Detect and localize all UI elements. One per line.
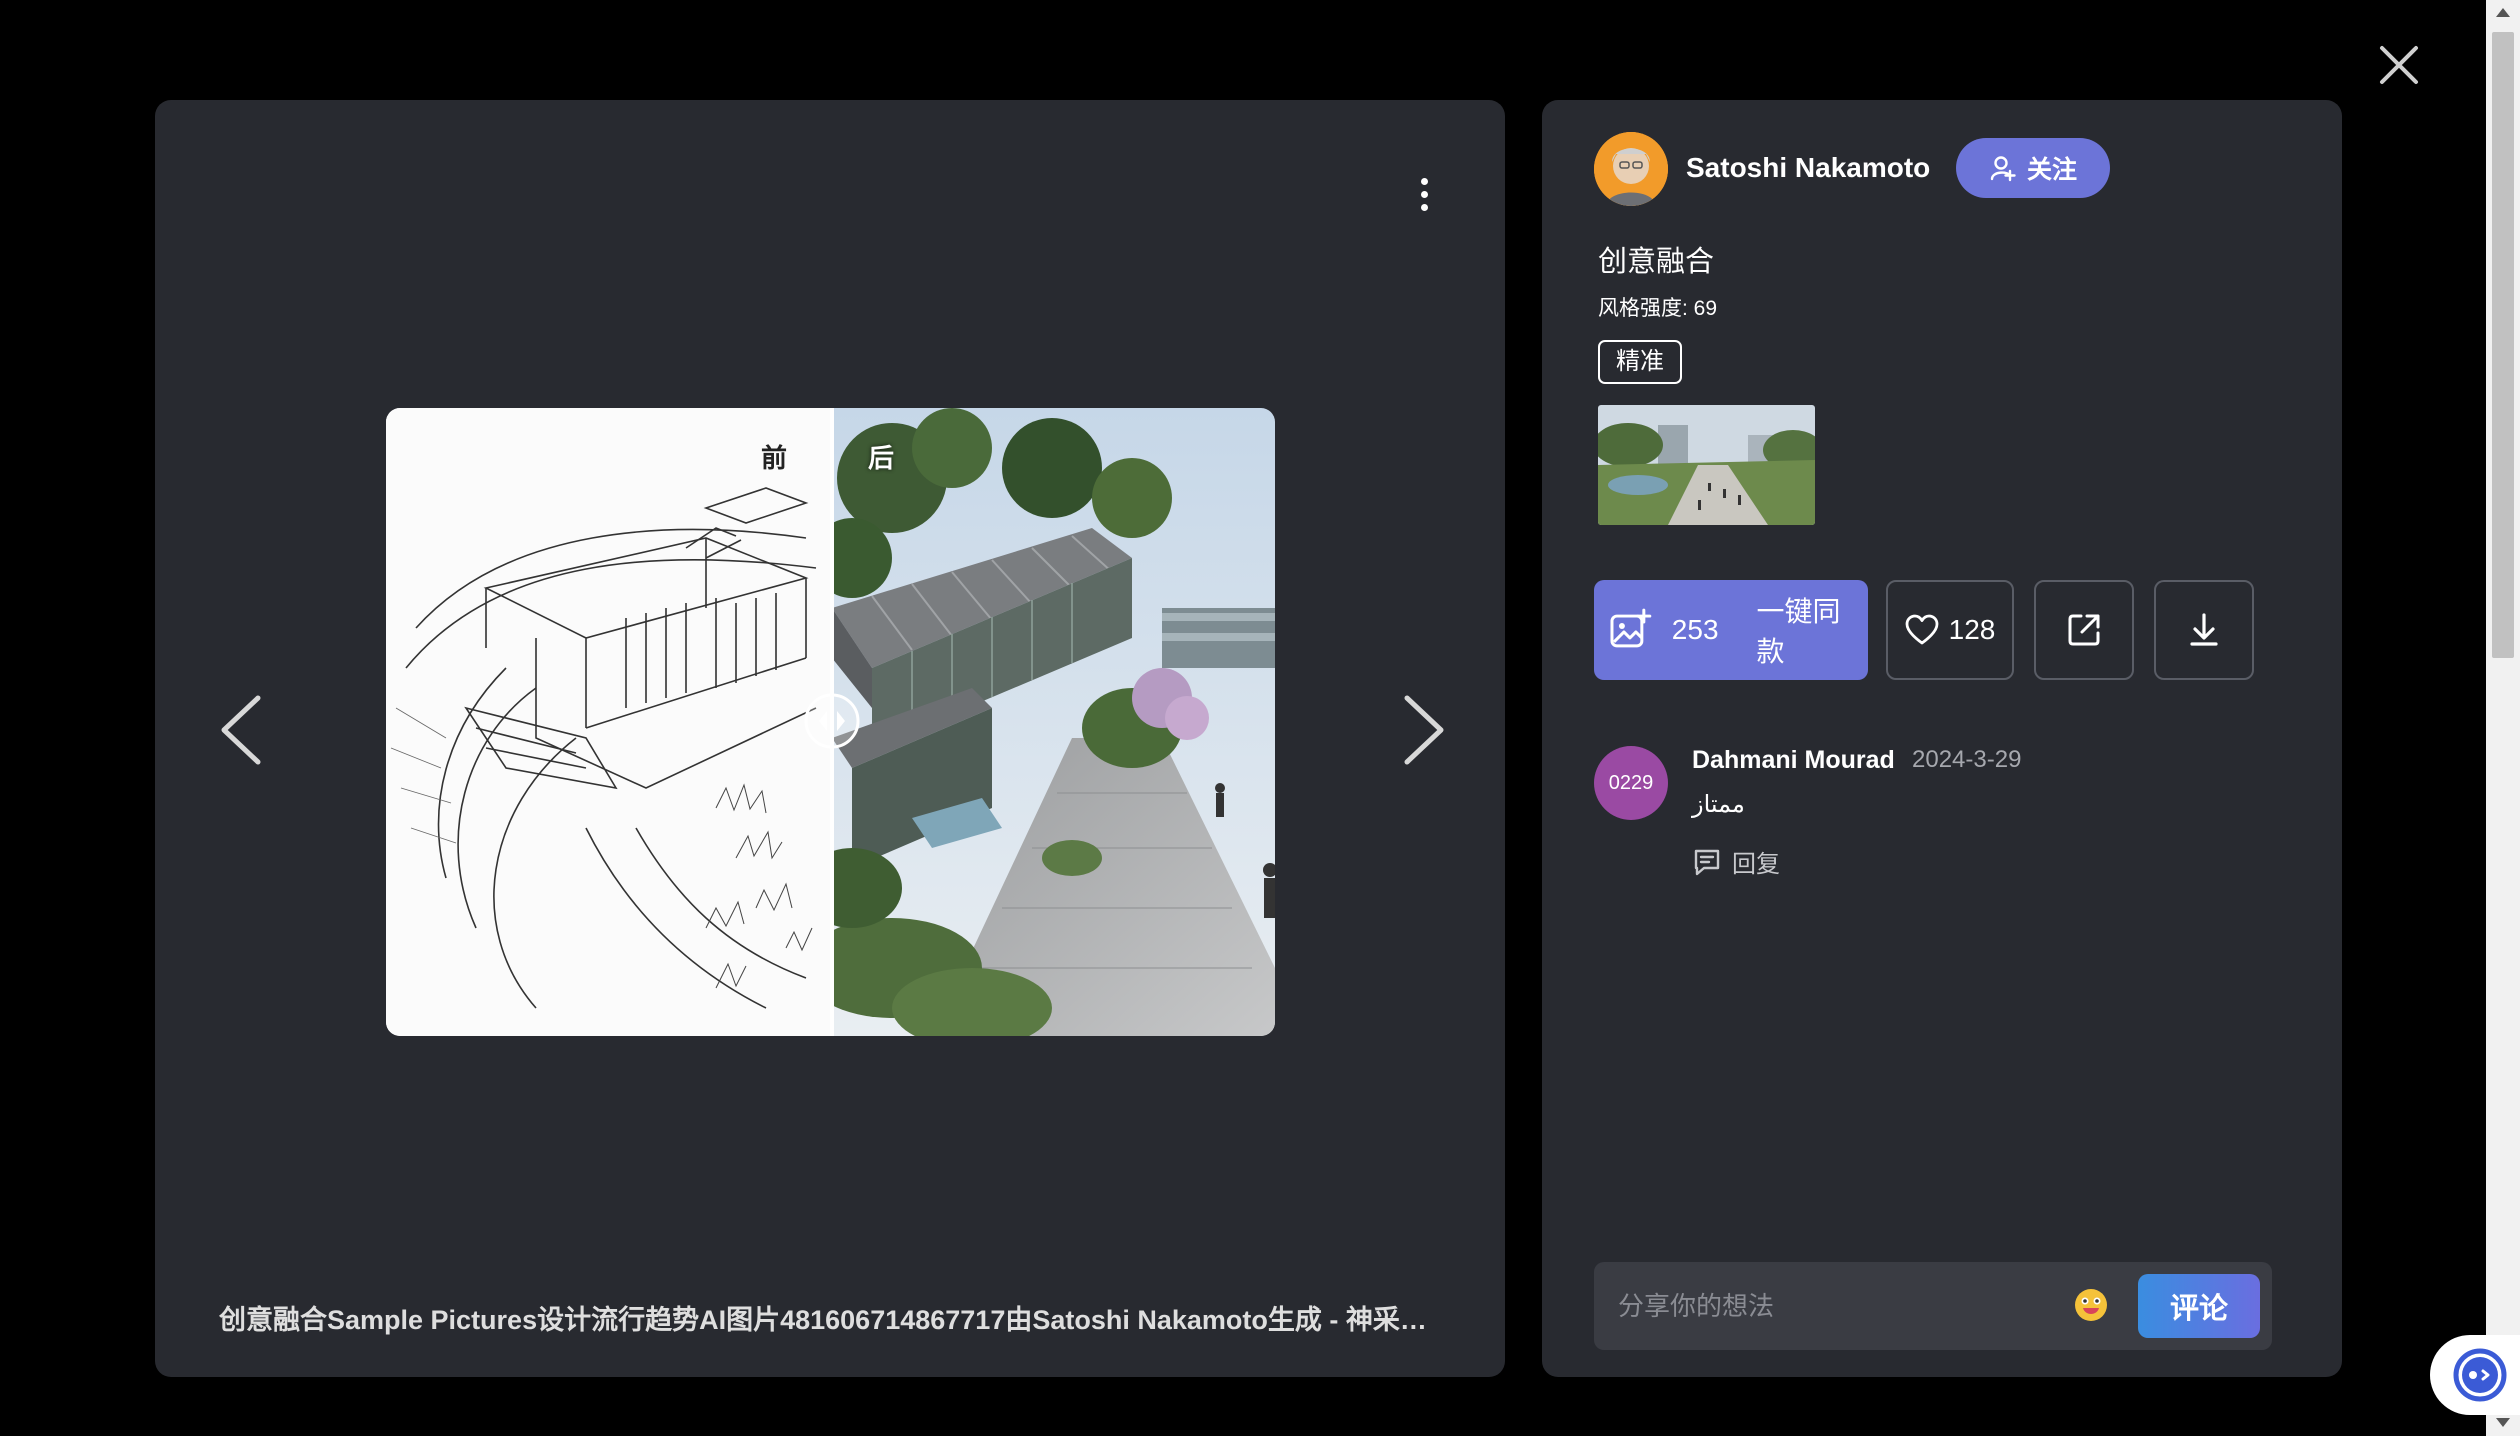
share-button[interactable] [2034, 580, 2134, 680]
author-avatar[interactable] [1594, 132, 1668, 206]
follow-label: 关注 [2026, 156, 2077, 184]
after-label: 后 [868, 443, 895, 473]
like-button[interactable]: 128 [1886, 580, 2014, 680]
heart-icon [1905, 614, 1939, 645]
share-icon [2068, 614, 2100, 646]
scroll-down-arrow[interactable] [2496, 1418, 2510, 1427]
add-user-icon [1990, 156, 2016, 182]
details-panel: Satoshi Nakamoto 关注 创意融合 风格强度: 69 精准 253… [1542, 100, 2342, 1377]
like-count: 128 [1948, 614, 1996, 645]
comparison-slider-handle[interactable] [803, 692, 861, 750]
comment-submit-button[interactable]: 评论 [2138, 1274, 2260, 1338]
style-strength: 风格强度: 69 [1598, 297, 1718, 320]
comment-text: ممتاز [1692, 791, 1745, 818]
mode-tag[interactable]: 精准 [1598, 340, 1682, 384]
author-name[interactable]: Satoshi Nakamoto [1686, 152, 1930, 184]
before-after-comparison[interactable]: 前 后 [386, 408, 1275, 1036]
comment-composer: 评论 [1594, 1262, 2272, 1350]
commenter-name[interactable]: Dahmani Mourad [1692, 746, 1895, 775]
make-same-label: 一键同款 [1756, 596, 1841, 667]
scrollbar-thumb[interactable] [2492, 32, 2514, 658]
work-title: 创意融合 [1598, 246, 1715, 278]
emoji-icon[interactable] [2072, 1286, 2110, 1324]
make-same-count: 253 [1671, 614, 1719, 645]
reference-thumbnail[interactable] [1598, 405, 1815, 525]
chevron-right-icon[interactable] [1395, 680, 1455, 780]
commenter-avatar[interactable]: 0229 [1594, 746, 1668, 820]
image-caption: 创意融合Sample Pictures设计流行趋势AI图片48160671486… [219, 1305, 1444, 1335]
scrollbar[interactable] [2486, 0, 2520, 1436]
comment-icon [1694, 849, 1720, 875]
image-add-icon [1610, 608, 1652, 648]
chevron-left-icon[interactable] [210, 680, 270, 780]
download-button[interactable] [2154, 580, 2254, 680]
comment-date: 2024-3-29 [1912, 746, 2022, 773]
after-render-image: 后 [832, 408, 1275, 1036]
make-same-button[interactable]: 253 一键同款 [1594, 580, 1868, 680]
scroll-up-arrow[interactable] [2496, 8, 2510, 17]
comment-input[interactable] [1618, 1282, 2058, 1330]
reply-button[interactable]: 回复 [1692, 844, 1780, 879]
download-icon [2190, 613, 2218, 646]
before-sketch-image: 前 [386, 408, 832, 1036]
more-vertical-icon[interactable] [1405, 170, 1445, 220]
assistant-bot-icon[interactable] [2430, 1335, 2520, 1415]
follow-button[interactable]: 关注 [1956, 138, 2110, 198]
reply-label: 回复 [1732, 851, 1780, 878]
image-viewer-panel: 前 后 创意融合Sample Pictures设计流行趋势AI图片4816067… [155, 100, 1505, 1377]
before-label: 前 [761, 443, 788, 473]
close-icon[interactable] [2376, 42, 2424, 90]
